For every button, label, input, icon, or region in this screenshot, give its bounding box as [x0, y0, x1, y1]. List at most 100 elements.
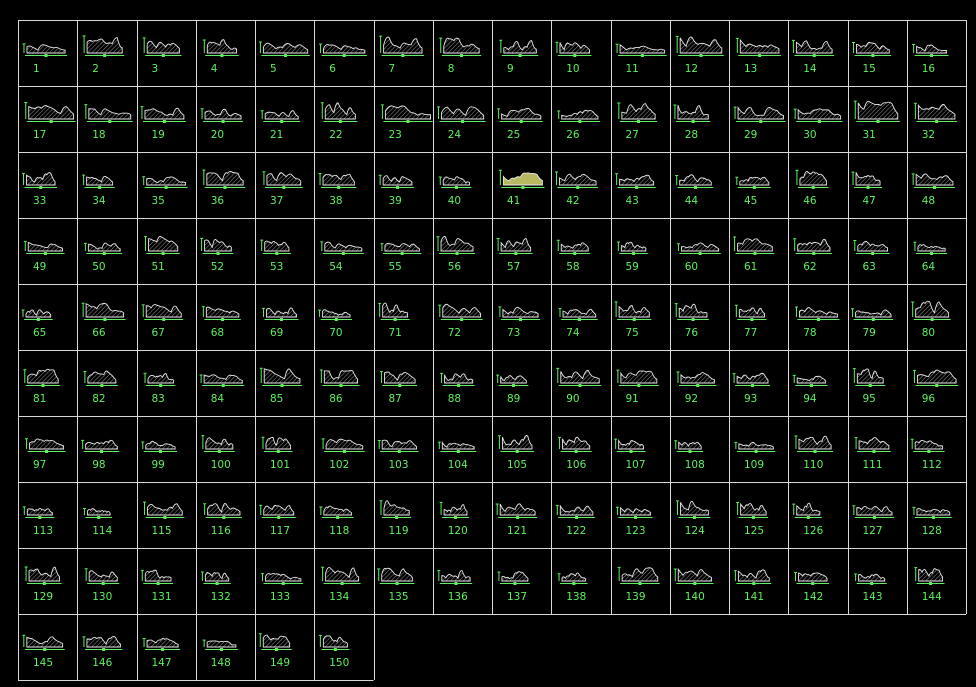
profile-cell[interactable]: 146 — [82, 635, 123, 669]
profile-cell[interactable]: 114 — [82, 508, 113, 537]
profile-cell[interactable]: 62 — [793, 238, 832, 273]
profile-cell[interactable]: 5 — [258, 41, 310, 75]
profile-cell[interactable]: 3 — [142, 37, 182, 75]
profile-cell[interactable]: 2 — [82, 35, 125, 75]
profile-cell[interactable]: 51 — [143, 235, 180, 273]
profile-cell[interactable]: 66 — [81, 302, 126, 339]
profile-cell[interactable]: 12 — [675, 35, 724, 75]
profile-cell[interactable]: 78 — [794, 306, 840, 339]
profile-cell[interactable]: 89 — [496, 374, 529, 405]
profile-cell[interactable]: 71 — [378, 302, 410, 339]
profile-cell[interactable]: 128 — [912, 506, 952, 537]
profile-cell[interactable]: 87 — [379, 371, 418, 405]
profile-cell[interactable]: 136 — [437, 570, 473, 603]
profile-cell[interactable]: 69 — [261, 307, 299, 339]
profile-cell[interactable]: 32 — [913, 102, 957, 141]
profile-cell[interactable]: 119 — [379, 500, 412, 537]
profile-cell[interactable]: 113 — [22, 506, 55, 537]
profile-cell[interactable]: 135 — [377, 567, 415, 603]
profile-cell[interactable]: 14 — [791, 39, 835, 75]
profile-cell[interactable]: 108 — [674, 440, 705, 471]
profile-cell[interactable]: 54 — [320, 241, 364, 273]
profile-cell[interactable]: 143 — [854, 573, 887, 603]
profile-cell[interactable]: 142 — [794, 571, 830, 603]
profile-cell[interactable]: 63 — [853, 239, 890, 273]
profile-cell[interactable]: 49 — [23, 241, 65, 273]
profile-cell[interactable]: 22 — [320, 102, 358, 141]
profile-cell[interactable]: 140 — [673, 567, 714, 603]
profile-cell[interactable]: 24 — [437, 106, 486, 141]
profile-cell[interactable]: 43 — [615, 173, 656, 207]
profile-cell[interactable]: 111 — [854, 437, 891, 471]
profile-cell[interactable]: 46 — [795, 169, 829, 207]
profile-cell[interactable]: 44 — [675, 174, 714, 207]
profile-cell[interactable]: 97 — [25, 438, 66, 471]
profile-cell[interactable]: 4 — [202, 39, 239, 75]
profile-cell[interactable]: 45 — [735, 176, 771, 207]
profile-cell[interactable]: 88 — [440, 372, 475, 405]
profile-cell[interactable]: 61 — [733, 236, 775, 273]
profile-cell[interactable]: 9 — [499, 39, 539, 75]
profile-cell[interactable]: 67 — [141, 304, 184, 339]
profile-cell[interactable]: 79 — [851, 308, 894, 339]
profile-cell[interactable]: 36 — [202, 169, 246, 207]
profile-cell[interactable]: 110 — [794, 435, 834, 471]
profile-cell[interactable]: 103 — [377, 439, 419, 471]
profile-cell[interactable]: 21 — [260, 110, 301, 141]
profile-cell[interactable]: 147 — [142, 637, 181, 669]
profile-cell[interactable]: 82 — [83, 370, 118, 405]
profile-cell[interactable]: 141 — [733, 569, 772, 603]
profile-cell[interactable]: 144 — [914, 567, 945, 603]
profile-cell[interactable]: 70 — [318, 309, 353, 339]
profile-cell[interactable]: 148 — [202, 639, 238, 669]
profile-cell[interactable]: 100 — [201, 435, 235, 471]
profile-cell[interactable]: 31 — [853, 100, 900, 141]
profile-cell[interactable]: 109 — [734, 441, 776, 471]
profile-cell[interactable]: 40 — [438, 176, 472, 207]
profile-cell[interactable]: 52 — [200, 237, 234, 273]
profile-cell[interactable]: 16 — [912, 44, 949, 75]
profile-cell[interactable]: 133 — [261, 573, 303, 603]
profile-cell[interactable]: 77 — [734, 304, 767, 339]
profile-cell[interactable]: 30 — [793, 108, 843, 141]
profile-cell[interactable]: 50 — [83, 242, 123, 273]
profile-cell[interactable]: 41 — [498, 169, 545, 207]
profile-cell[interactable]: 74 — [558, 308, 598, 339]
profile-cell[interactable]: 39 — [378, 174, 414, 207]
profile-cell[interactable]: 98 — [81, 439, 120, 471]
profile-cell[interactable]: 126 — [792, 502, 824, 537]
profile-cell[interactable]: 29 — [733, 105, 786, 141]
profile-cell[interactable]: 23 — [380, 104, 433, 141]
profile-cell[interactable]: 101 — [261, 436, 293, 471]
profile-cell[interactable]: 115 — [143, 501, 185, 537]
profile-cell[interactable]: 47 — [851, 171, 883, 207]
profile-cell[interactable]: 112 — [910, 438, 945, 471]
profile-cell[interactable]: 134 — [321, 566, 361, 603]
profile-cell[interactable]: 81 — [23, 368, 61, 405]
profile-cell[interactable]: 105 — [497, 434, 534, 471]
profile-cell[interactable]: 104 — [437, 441, 477, 471]
profile-cell[interactable]: 117 — [259, 504, 296, 537]
profile-cell[interactable]: 145 — [22, 634, 65, 669]
profile-cell[interactable]: 93 — [732, 372, 771, 405]
profile-cell[interactable]: 120 — [439, 501, 469, 537]
profile-cell[interactable]: 58 — [556, 239, 591, 273]
profile-cell[interactable]: 19 — [140, 106, 186, 141]
profile-cell[interactable]: 83 — [143, 372, 176, 405]
profile-cell[interactable]: 17 — [24, 102, 76, 141]
profile-cell[interactable]: 8 — [439, 37, 482, 75]
profile-cell[interactable]: 138 — [557, 572, 588, 603]
profile-cell[interactable]: 121 — [495, 503, 538, 537]
profile-cell[interactable]: 149 — [258, 633, 292, 669]
profile-cell[interactable]: 99 — [141, 440, 178, 471]
profile-cell[interactable]: 73 — [498, 306, 541, 339]
profile-cell[interactable]: 11 — [615, 43, 667, 75]
profile-cell[interactable]: 55 — [380, 242, 422, 273]
profile-cell[interactable]: 131 — [140, 569, 173, 603]
profile-cell[interactable]: 76 — [674, 303, 709, 339]
profile-cell[interactable]: 28 — [673, 104, 711, 141]
profile-cell[interactable]: 38 — [318, 173, 357, 207]
profile-cell[interactable]: 15 — [852, 41, 892, 75]
profile-cell[interactable]: 96 — [912, 369, 959, 405]
profile-cell[interactable]: 90 — [556, 367, 602, 405]
